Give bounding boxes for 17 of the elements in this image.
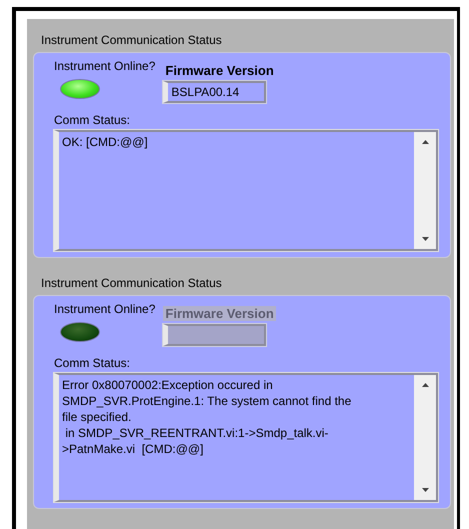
- panel-title: Instrument Communication Status: [41, 33, 222, 47]
- scroll-bar[interactable]: [414, 132, 436, 249]
- scroll-up-icon[interactable]: [422, 383, 428, 387]
- comm-status-field[interactable]: OK: [CMD:@@]: [54, 130, 438, 251]
- scroll-down-icon[interactable]: [422, 237, 428, 241]
- scroll-up-icon[interactable]: [422, 140, 428, 144]
- firmware-label: Firmware Version: [164, 63, 275, 78]
- firmware-field[interactable]: BSLPA00.14: [163, 81, 266, 103]
- online-label: Instrument Online?: [54, 302, 156, 316]
- online-label: Instrument Online?: [54, 59, 156, 73]
- comm-status-label: Comm Status:: [54, 113, 132, 127]
- scroll-down-icon[interactable]: [422, 488, 428, 492]
- scroll-bar[interactable]: [414, 375, 436, 500]
- panel-title: Instrument Communication Status: [41, 276, 222, 290]
- comm-status-label: Comm Status:: [54, 356, 132, 370]
- firmware-label: Firmware Version: [163, 306, 276, 321]
- comm-status-field[interactable]: Error 0x80070002:Exception occured in SMDP_SVR.ProtEngine.1: The system cannot find the file specified. in SMDP_SVR_REENTRANT.vi:1->Smdp_talk.vi->PatnMake.vi [CMD:@@]: [54, 373, 438, 502]
